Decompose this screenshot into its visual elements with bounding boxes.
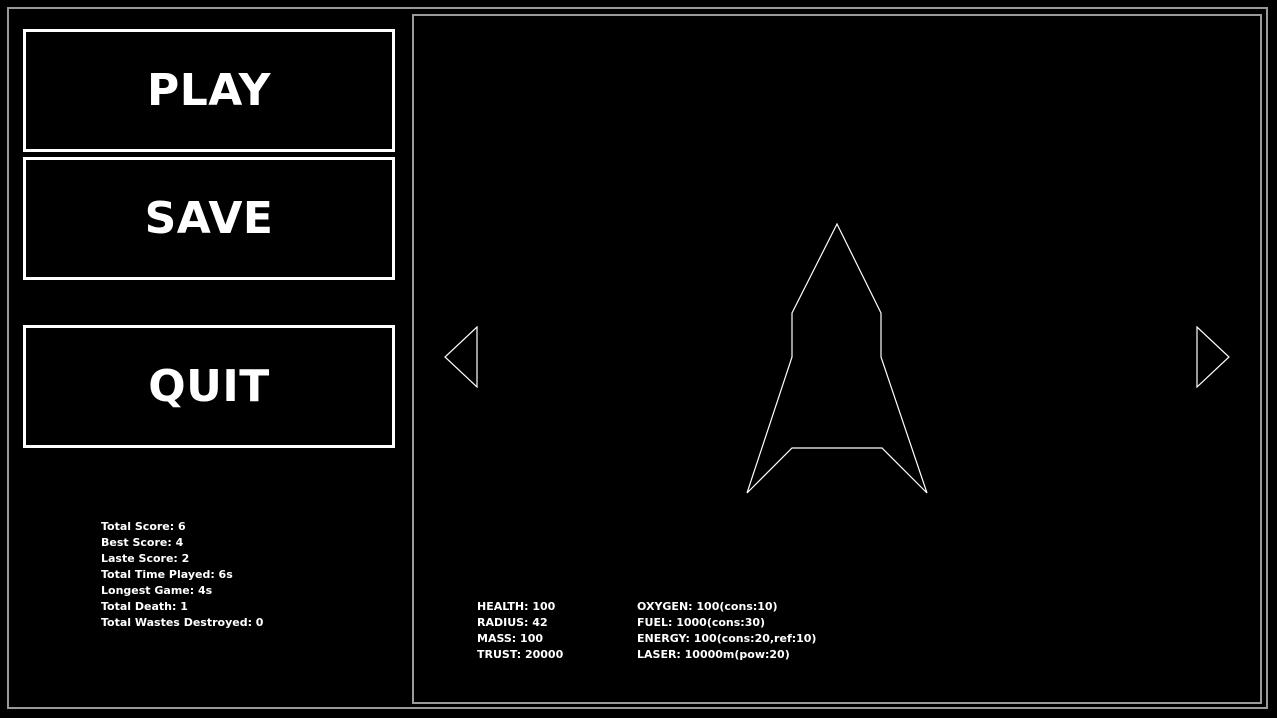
total-time-played: Total Time Played: 6s [101,568,233,581]
ship-trust: TRUST: 20000 [477,648,564,661]
triangle-right-icon[interactable] [1196,326,1230,388]
ship-oxygen: OXYGEN: 100(cons:10) [637,600,778,613]
ship-health: HEALTH: 100 [477,600,556,613]
longest-game: Longest Game: 4s [101,584,213,597]
play-button[interactable]: PLAY [23,29,395,152]
triangle-left-icon[interactable] [444,326,478,388]
ship-stats-left: HEALTH: 100 RADIUS: 42 MASS: 100 TRUST: … [477,599,563,663]
ship-radius: RADIUS: 42 [477,616,548,629]
player-stats: Total Score: 6 Best Score: 4 Laste Score… [101,519,263,631]
ship-fuel: FUEL: 1000(cons:30) [637,616,766,629]
best-score: Best Score: 4 [101,536,184,549]
total-score: Total Score: 6 [101,520,186,533]
last-score: Laste Score: 2 [101,552,190,565]
save-button[interactable]: SAVE [23,157,395,280]
play-button-label: PLAY [147,65,271,116]
quit-button-label: QUIT [148,361,270,412]
ship-laser: LASER: 10000m(pow:20) [637,648,790,661]
ship-mass: MASS: 100 [477,632,543,645]
ship-energy: ENERGY: 100(cons:20,ref:10) [637,632,817,645]
ship-stats-right: OXYGEN: 100(cons:10) FUEL: 1000(cons:30)… [637,599,816,663]
save-button-label: SAVE [144,193,274,244]
total-wastes-destroyed: Total Wastes Destroyed: 0 [101,616,264,629]
quit-button[interactable]: QUIT [23,325,395,448]
total-death: Total Death: 1 [101,600,188,613]
spaceship-icon [746,222,928,494]
